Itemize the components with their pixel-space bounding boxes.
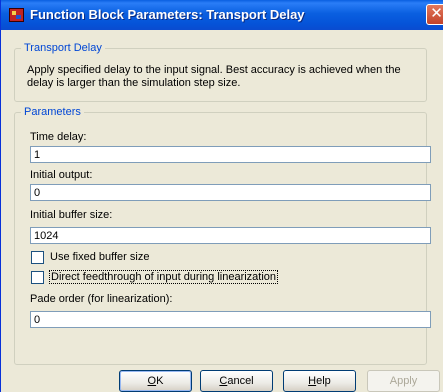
apply-button[interactable]: Apply <box>367 370 440 392</box>
direct-feedthrough-label[interactable]: Direct feedthrough of input during linea… <box>48 270 279 284</box>
close-button[interactable]: ✕ <box>426 4 443 25</box>
block-description: Apply specified delay to the input signa… <box>27 64 401 89</box>
use-fixed-buffer-label[interactable]: Use fixed buffer size <box>50 251 149 263</box>
cancel-label: ancel <box>227 374 254 387</box>
help-mnemonic: H <box>308 374 317 387</box>
initial-buffer-size-label: Initial buffer size: <box>30 209 113 221</box>
close-icon: ✕ <box>430 5 443 22</box>
initial-output-label: Initial output: <box>30 169 93 181</box>
block-group-legend: Transport Delay <box>21 42 105 54</box>
ok-mnemonic: O <box>147 374 157 387</box>
pade-order-input[interactable] <box>30 311 431 328</box>
direct-feedthrough-checkbox[interactable] <box>31 271 44 284</box>
cancel-button[interactable]: Cancel <box>200 370 273 392</box>
title-bar[interactable]: Function Block Parameters: Transport Del… <box>1 0 443 30</box>
initial-buffer-size-input[interactable] <box>30 227 431 244</box>
ok-button[interactable]: OK <box>119 370 192 392</box>
ok-label: K <box>156 374 164 387</box>
help-button[interactable]: Help <box>283 370 356 392</box>
dialog-window: Function Block Parameters: Transport Del… <box>0 0 443 392</box>
window-title: Function Block Parameters: Transport Del… <box>30 7 305 22</box>
help-label: elp <box>316 374 331 387</box>
use-fixed-buffer-checkbox[interactable] <box>31 251 44 264</box>
pade-order-label: Pade order (for linearization): <box>30 293 173 305</box>
parameters-group-legend: Parameters <box>21 106 84 118</box>
time-delay-input[interactable] <box>30 146 431 163</box>
initial-output-input[interactable] <box>30 184 431 201</box>
simulink-block-icon <box>9 8 24 22</box>
block-description-group: Transport Delay Apply specified delay to… <box>14 42 427 102</box>
time-delay-label: Time delay: <box>30 131 87 143</box>
